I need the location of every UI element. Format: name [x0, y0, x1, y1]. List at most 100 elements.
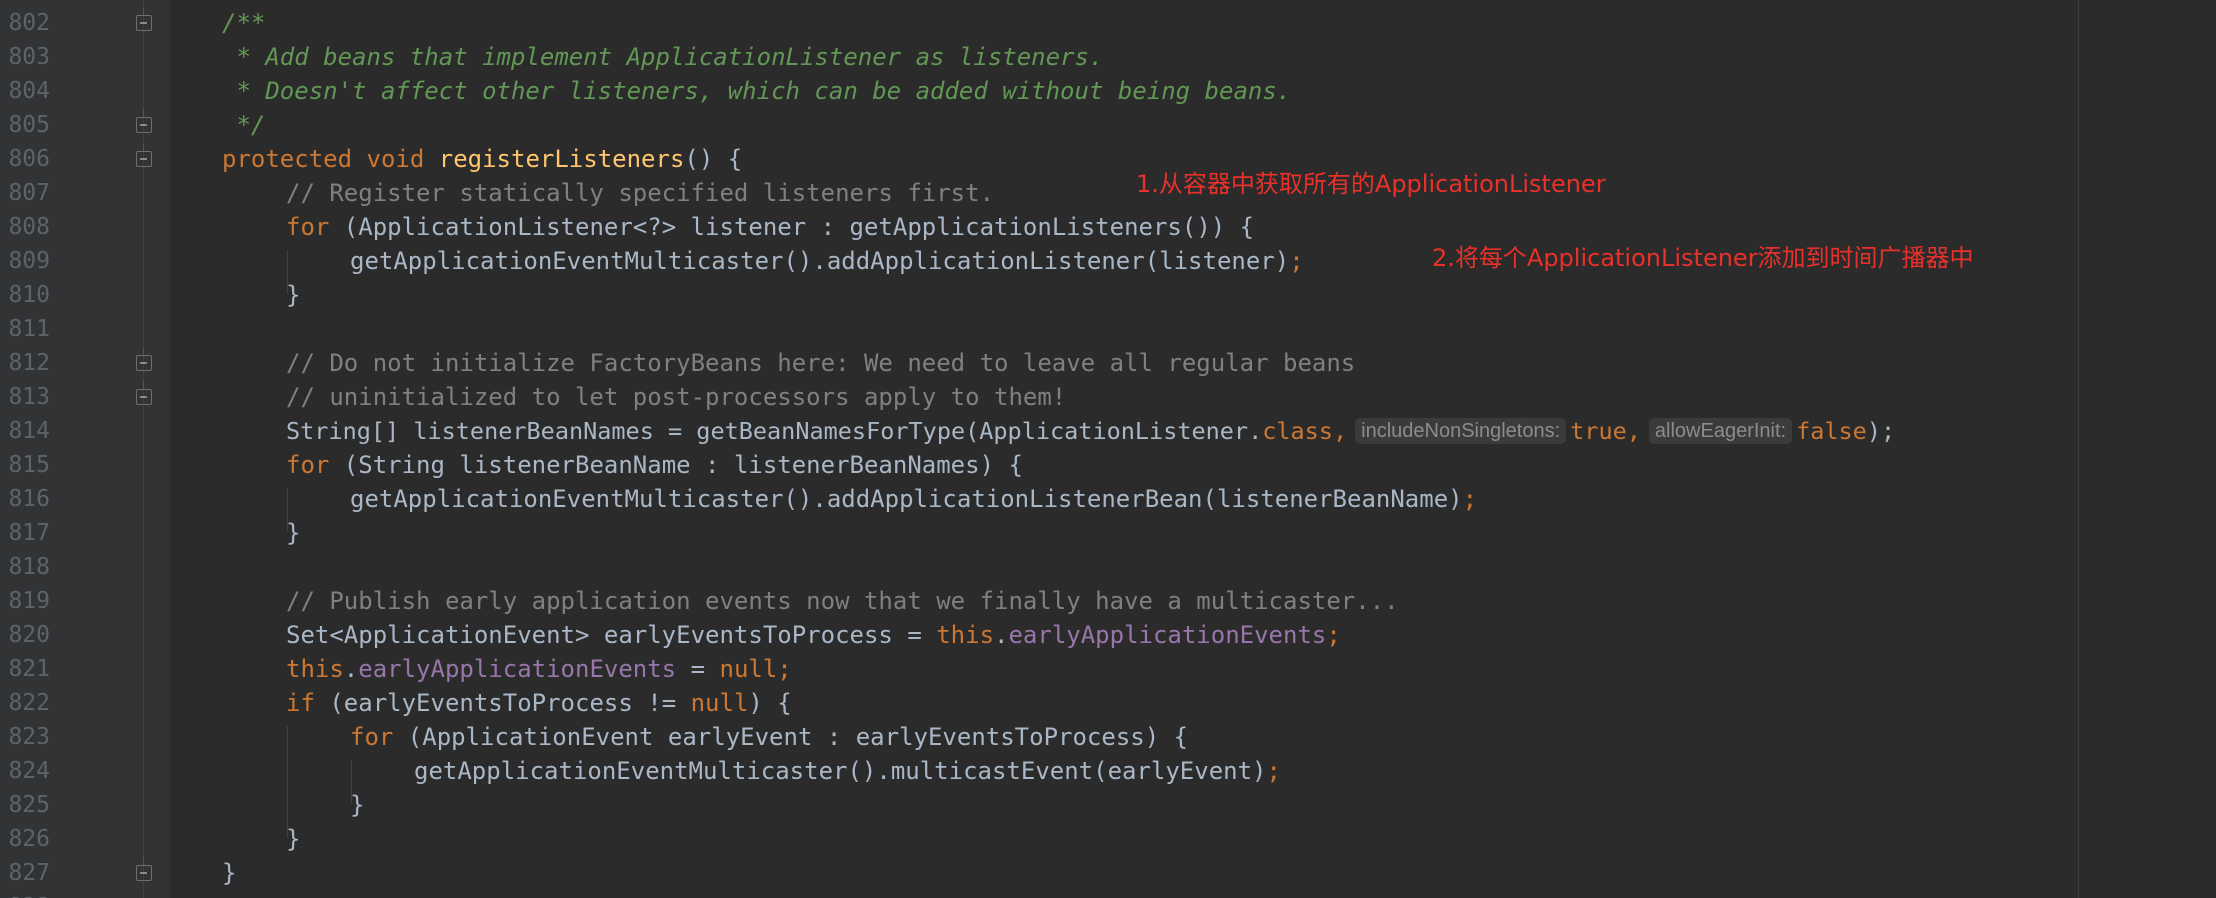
code-line-816[interactable]: getApplicationEventMulticaster().addAppl… — [350, 482, 1477, 516]
line-number: 819 — [8, 588, 50, 614]
code-line-822[interactable]: if (earlyEventsToProcess != null) { — [286, 686, 792, 720]
code-text: . — [994, 621, 1009, 649]
keyword: protected void — [222, 145, 439, 173]
line-number: 817 — [8, 520, 50, 546]
code-line-825[interactable]: } — [350, 788, 364, 822]
code-text: (String listenerBeanName : listenerBeanN… — [329, 451, 1023, 479]
javadoc: * Add beans that implement ApplicationLi… — [222, 43, 1104, 71]
line-number: 812 — [8, 350, 50, 376]
code-text: String[] listenerBeanNames = getBeanName… — [286, 417, 1263, 445]
keyword: if — [286, 689, 315, 717]
parameter-hint: allowEagerInit: — [1648, 418, 1793, 444]
keyword: this — [936, 621, 995, 649]
code-text: = — [676, 655, 720, 683]
code-line-802[interactable]: /** — [222, 6, 265, 40]
javadoc: */ — [222, 111, 266, 139]
code-line-814[interactable]: String[] listenerBeanNames = getBeanName… — [286, 414, 1895, 448]
code-line-804[interactable]: * Doesn't affect other listeners, which … — [222, 74, 1291, 108]
code-line-824[interactable]: getApplicationEventMulticaster().multica… — [414, 754, 1281, 788]
code-text: (earlyEventsToProcess != — [314, 689, 691, 717]
code-line-806[interactable]: protected void registerListeners() { — [222, 142, 742, 176]
comment: // Do not initialize FactoryBeans here: … — [286, 349, 1356, 377]
line-number: 820 — [8, 622, 50, 648]
semicolon: ; — [1266, 757, 1281, 785]
fold-toggle-icon[interactable] — [136, 347, 152, 371]
semicolon: ; — [1462, 485, 1478, 513]
javadoc: * Doesn't affect other listeners, which … — [222, 77, 1292, 105]
fold-toggle-icon[interactable] — [136, 143, 152, 167]
fold-toggle-icon[interactable] — [136, 857, 152, 881]
code-line-819[interactable]: // Publish early application events now … — [286, 584, 1399, 618]
code-text: getApplicationEventMulticaster().addAppl… — [350, 485, 1463, 513]
code-text: () { — [684, 145, 743, 173]
line-number: 824 — [8, 758, 50, 784]
line-number: 826 — [8, 826, 50, 852]
fold-toggle-icon[interactable] — [136, 381, 152, 405]
fold-toggle-icon[interactable] — [136, 109, 152, 133]
fold-toggle-icon[interactable] — [136, 7, 152, 31]
semicolon: ; — [1326, 621, 1341, 649]
keyword: null — [690, 689, 749, 717]
right-margin-guide — [2078, 0, 2079, 898]
code-line-807[interactable]: // Register statically specified listene… — [286, 176, 994, 210]
parameter-hint: includeNonSingletons: — [1355, 418, 1567, 444]
keyword: for — [350, 723, 394, 751]
line-number-gutter: 802 803 804 805 806 807 808 809 810 811 … — [0, 0, 170, 898]
keyword: for — [286, 213, 330, 241]
code-line-817[interactable]: } — [286, 516, 300, 550]
line-number: 805 — [8, 112, 50, 138]
code-text: Set<ApplicationEvent> earlyEventsToProce… — [286, 621, 937, 649]
code-text: } — [222, 859, 237, 887]
code-text: } — [350, 791, 365, 819]
line-number: 818 — [8, 554, 50, 580]
keyword: true, — [1570, 417, 1641, 445]
line-number: 827 — [8, 860, 50, 886]
line-number: 803 — [8, 44, 50, 70]
line-number: 815 — [8, 452, 50, 478]
keyword: class, — [1262, 417, 1348, 445]
code-line-826[interactable]: } — [286, 822, 300, 856]
code-line-821[interactable]: this.earlyApplicationEvents = null; — [286, 652, 792, 686]
keyword: null; — [719, 655, 792, 683]
line-number: 823 — [8, 724, 50, 750]
line-number: 807 — [8, 180, 50, 206]
annotation-step-2: 2.将每个ApplicationListener添加到时间广播器中 — [1432, 244, 1974, 272]
code-line-827[interactable]: } — [222, 856, 236, 890]
keyword: false — [1796, 417, 1867, 445]
line-number: 816 — [8, 486, 50, 512]
code-line-823[interactable]: for (ApplicationEvent earlyEvent : early… — [350, 720, 1188, 754]
code-text: } — [286, 519, 301, 547]
code-line-813[interactable]: // uninitialized to let post-processors … — [286, 380, 1066, 414]
field: earlyApplicationEvents — [1008, 621, 1327, 649]
code-line-808[interactable]: for (ApplicationListener<?> listener : g… — [286, 210, 1254, 244]
line-number: 822 — [8, 690, 50, 716]
keyword: for — [286, 451, 330, 479]
code-line-809[interactable]: getApplicationEventMulticaster().addAppl… — [350, 244, 1304, 278]
code-text: getApplicationEventMulticaster().multica… — [414, 757, 1267, 785]
code-text: getApplicationEventMulticaster().addAppl… — [350, 247, 1290, 275]
line-number: 809 — [8, 248, 50, 274]
code-line-805[interactable]: */ — [222, 108, 265, 142]
line-number: 806 — [8, 146, 50, 172]
line-number: 828 — [6, 890, 50, 898]
comment: // uninitialized to let post-processors … — [286, 383, 1067, 411]
javadoc: /** — [222, 9, 266, 37]
line-number: 811 — [8, 316, 50, 342]
line-number: 814 — [8, 418, 50, 444]
line-number: 825 — [8, 792, 50, 818]
keyword: this — [286, 655, 344, 683]
code-text: ); — [1866, 417, 1896, 445]
code-line-815[interactable]: for (String listenerBeanName : listenerB… — [286, 448, 1023, 482]
code-line-810[interactable]: } — [286, 278, 300, 312]
code-editor[interactable]: 802 803 804 805 806 807 808 809 810 811 … — [0, 0, 2216, 898]
line-number: 802 — [8, 10, 50, 36]
code-text: (ApplicationEvent earlyEvent : earlyEven… — [393, 723, 1189, 751]
annotation-step-1: 1.从容器中获取所有的ApplicationListener — [1136, 170, 1606, 198]
field: earlyApplicationEvents — [358, 655, 677, 683]
code-line-812[interactable]: // Do not initialize FactoryBeans here: … — [286, 346, 1355, 380]
code-line-803[interactable]: * Add beans that implement ApplicationLi… — [222, 40, 1103, 74]
semicolon: ; — [1289, 247, 1304, 275]
code-line-820[interactable]: Set<ApplicationEvent> earlyEventsToProce… — [286, 618, 1341, 652]
code-text: (ApplicationListener<?> listener : getAp… — [329, 213, 1255, 241]
line-number: 804 — [8, 78, 50, 104]
